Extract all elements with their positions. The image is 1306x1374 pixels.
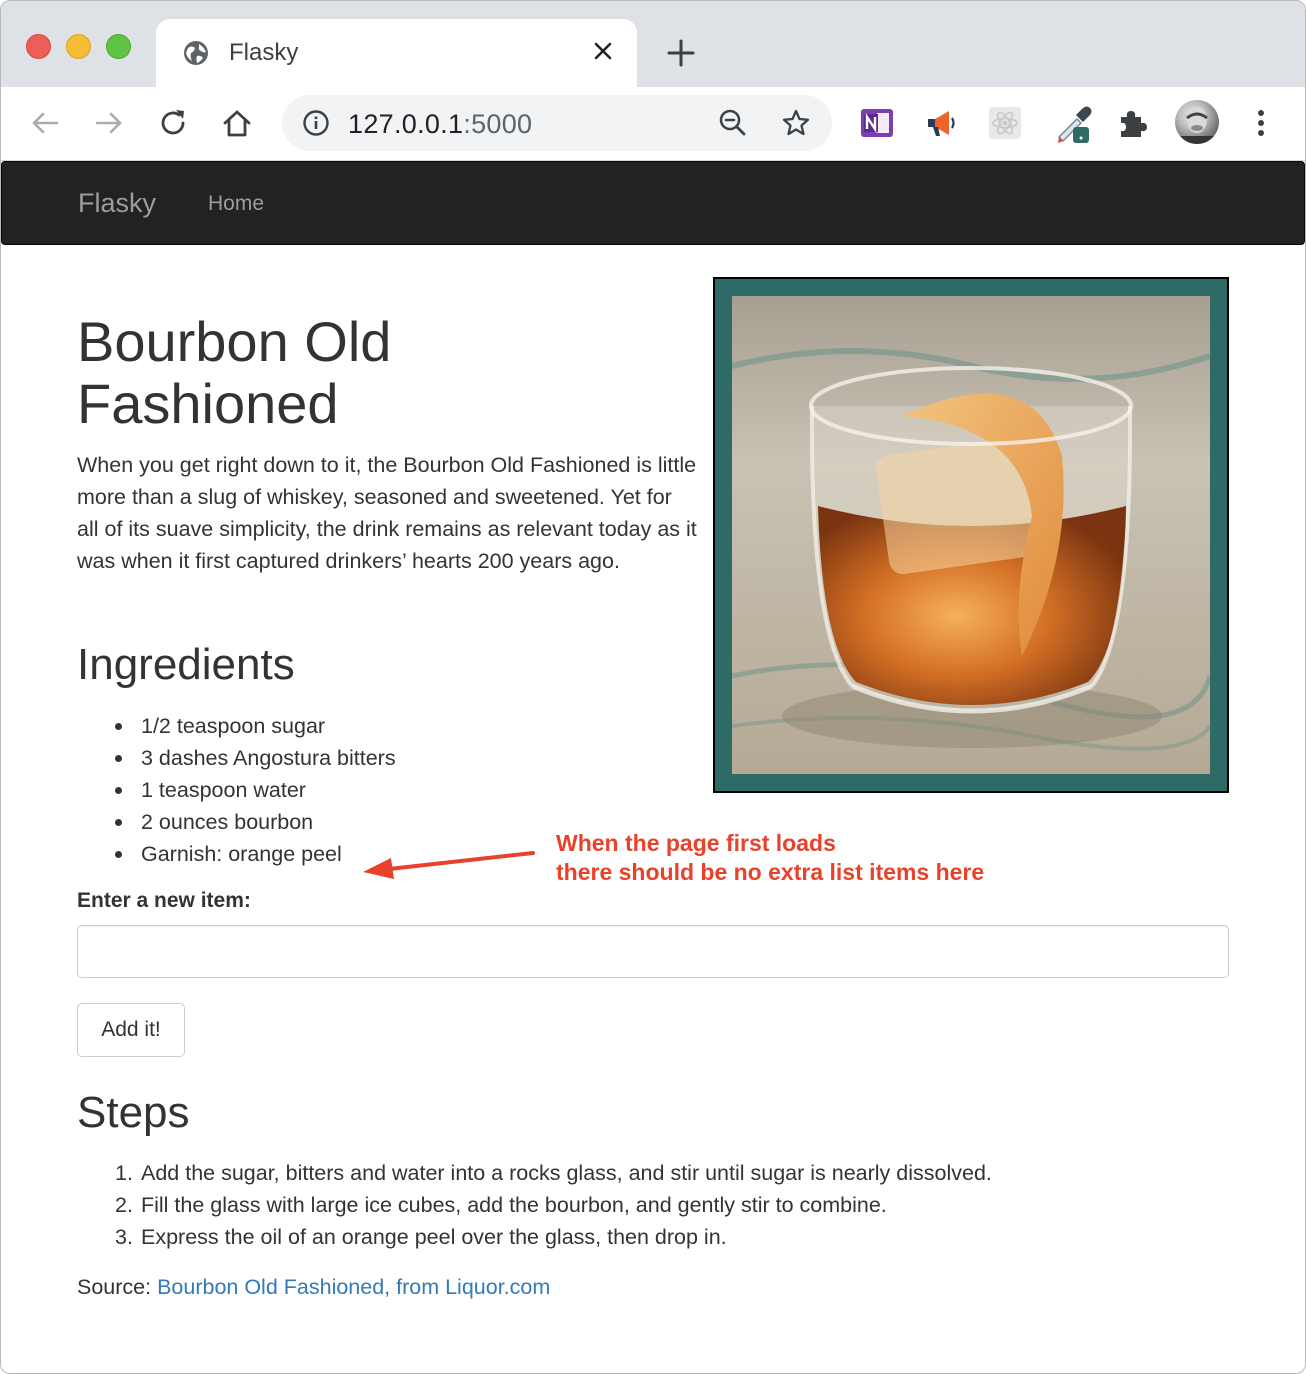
navbar-brand[interactable]: Flasky xyxy=(78,188,156,219)
annotation-arrow-icon xyxy=(363,851,535,879)
zoom-out-icon[interactable] xyxy=(717,107,749,139)
close-tab-icon[interactable] xyxy=(589,37,617,65)
ingredient-item: 3 dashes Angostura bitters xyxy=(77,742,396,774)
ingredient-item: Garnish: orange peel xyxy=(77,838,396,870)
forward-arrow-icon[interactable] xyxy=(91,105,127,141)
page-title: Bourbon Old Fashioned xyxy=(77,311,697,435)
maximize-window-button[interactable] xyxy=(106,34,131,59)
ingredients-heading: Ingredients xyxy=(77,640,295,689)
avatar-face-icon xyxy=(1175,107,1219,144)
new-tab-icon[interactable] xyxy=(665,37,697,69)
step-text: Express the oil of an orange peel over t… xyxy=(141,1225,727,1249)
url-text[interactable]: 127.0.0.1:5000 xyxy=(348,109,532,140)
reload-icon[interactable] xyxy=(155,105,191,141)
home-icon[interactable] xyxy=(219,105,255,141)
new-item-input[interactable] xyxy=(77,925,1229,978)
step-item: 3. Express the oil of an orange peel over… xyxy=(77,1221,992,1253)
new-item-label: Enter a new item: xyxy=(77,889,251,912)
step-item: 1. Add the sugar, bitters and water into … xyxy=(77,1157,992,1189)
nav-link-home[interactable]: Home xyxy=(208,192,264,216)
info-icon[interactable] xyxy=(302,109,330,137)
minimize-window-button[interactable] xyxy=(66,34,91,59)
browser-window: Flasky 127.0.0.1:5000 Flasky Home Bourbo… xyxy=(0,0,1306,1374)
step-text: Add the sugar, bitters and water into a … xyxy=(141,1161,992,1185)
source-line: Source: Bourbon Old Fashioned, from Liqu… xyxy=(77,1271,550,1303)
close-window-button[interactable] xyxy=(26,34,51,59)
step-item: 2. Fill the glass with large ice cubes, a… xyxy=(77,1189,992,1221)
onenote-extension-icon[interactable] xyxy=(859,105,895,141)
extensions-puzzle-icon[interactable] xyxy=(1115,105,1151,141)
title-line-2: Fashioned xyxy=(77,372,339,435)
profile-avatar[interactable] xyxy=(1175,100,1219,144)
source-link[interactable]: Bourbon Old Fashioned, from Liquor.com xyxy=(157,1275,550,1299)
source-prefix: Source: xyxy=(77,1275,158,1299)
ingredient-item: 1 teaspoon water xyxy=(77,774,396,806)
annotation-line-2: there should be no extra list items here xyxy=(556,859,985,885)
step-number: 2. xyxy=(115,1193,133,1217)
title-line-1: Bourbon Old xyxy=(77,310,392,373)
step-number: 1. xyxy=(115,1161,133,1185)
ingredient-item: 1/2 teaspoon sugar xyxy=(77,710,396,742)
bookmark-star-icon[interactable] xyxy=(780,107,812,139)
page-content: Bourbon Old Fashioned When you get right… xyxy=(1,245,1305,1373)
ingredients-list: 1/2 teaspoon sugar 3 dashes Angostura bi… xyxy=(77,710,396,870)
eyedropper-extension-icon[interactable] xyxy=(1051,101,1099,149)
browser-toolbar: 127.0.0.1:5000 xyxy=(1,87,1305,161)
site-navbar: Flasky Home xyxy=(1,161,1305,245)
address-bar[interactable]: 127.0.0.1:5000 xyxy=(282,95,832,151)
tab-title: Flasky xyxy=(229,39,299,66)
more-menu-icon[interactable] xyxy=(1249,107,1273,139)
steps-heading: Steps xyxy=(77,1088,190,1137)
tab-strip: Flasky xyxy=(1,1,1305,87)
step-number: 3. xyxy=(115,1225,133,1249)
old-fashioned-glass-image xyxy=(732,296,1210,774)
step-text: Fill the glass with large ice cubes, add… xyxy=(141,1193,887,1217)
cocktail-photo xyxy=(732,296,1210,774)
annotation-note: When the page first loads there should b… xyxy=(556,829,984,887)
back-arrow-icon[interactable] xyxy=(27,105,63,141)
globe-icon xyxy=(184,41,208,65)
add-it-button[interactable]: Add it! xyxy=(77,1003,185,1057)
react-devtools-icon[interactable] xyxy=(987,105,1023,141)
megaphone-extension-icon[interactable] xyxy=(923,105,959,141)
cocktail-photo-frame xyxy=(713,277,1229,793)
annotation-line-1: When the page first loads xyxy=(556,830,836,856)
recipe-intro: When you get right down to it, the Bourb… xyxy=(77,453,697,573)
active-tab[interactable]: Flasky xyxy=(156,19,637,87)
ingredient-item: 2 ounces bourbon xyxy=(77,806,396,838)
url-host: 127.0.0.1 xyxy=(348,109,464,139)
steps-list: 1. Add the sugar, bitters and water into … xyxy=(77,1157,992,1253)
url-port: :5000 xyxy=(463,109,533,139)
